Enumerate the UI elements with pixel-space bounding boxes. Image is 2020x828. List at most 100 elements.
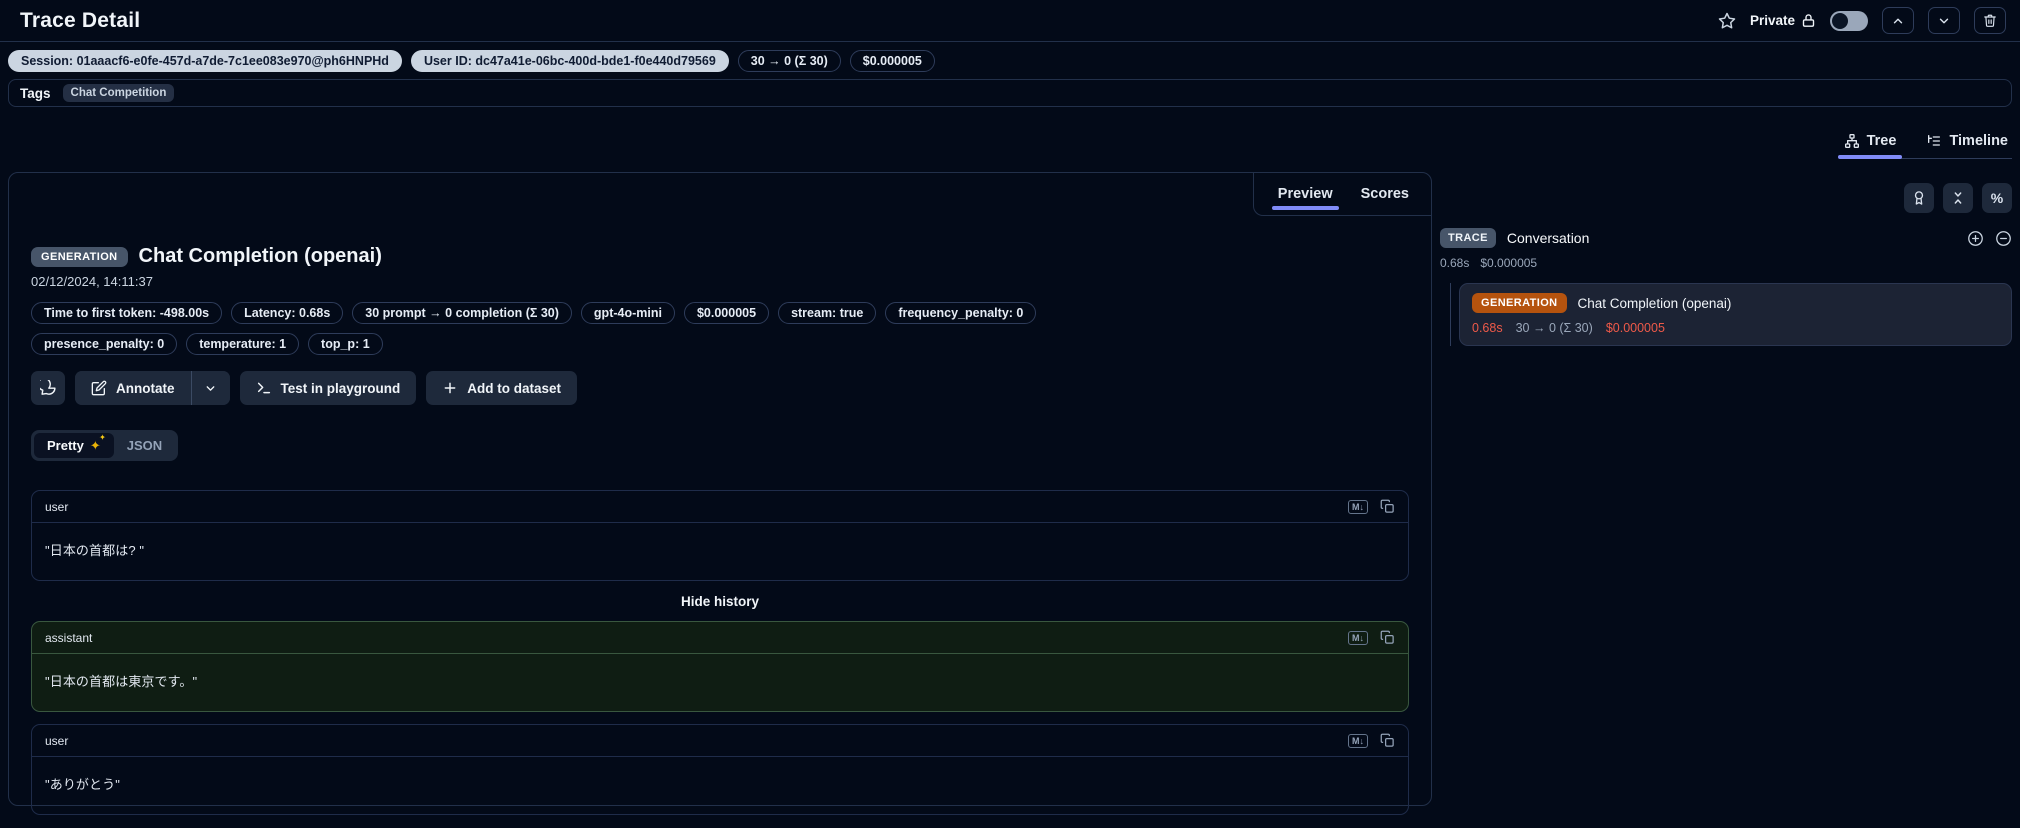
message-content: "日本の首都は? " <box>45 543 145 558</box>
chevron-up-icon <box>1891 14 1905 28</box>
observation-title: Chat Completion (openai) <box>138 245 382 267</box>
markdown-toggle-icon[interactable]: M↓ <box>1348 733 1368 748</box>
comment-bubble-icon <box>39 379 57 397</box>
public-sharing-toggle[interactable] <box>1830 10 1868 31</box>
user-id-pill[interactable]: User ID: dc47a41e-06bc-400d-bde1-f0e440d… <box>410 50 729 72</box>
message-role: assistant <box>45 630 93 645</box>
copy-button[interactable] <box>1380 630 1395 645</box>
generation-node-header: GENERATION Chat Completion (openai) <box>1472 293 1999 313</box>
comments-button[interactable] <box>31 371 65 405</box>
timeline-icon <box>1926 133 1942 149</box>
plus-circle-icon <box>1967 230 1984 247</box>
tags-box: Tags Chat Competition <box>8 79 2012 107</box>
tab-timeline[interactable]: Timeline <box>1924 129 2010 158</box>
content-area: Preview Scores GENERATION Chat Completio… <box>0 172 2020 815</box>
message-content: "日本の首都は東京です。" <box>45 674 198 689</box>
message-card-user-1: user M↓ "日本の首都は? " <box>31 490 1409 581</box>
plus-icon <box>442 380 458 396</box>
annotate-button[interactable]: Annotate <box>75 371 191 405</box>
delete-trace-button[interactable] <box>1974 7 2006 34</box>
tree-toolbar: % <box>1440 183 2012 213</box>
session-id-pill[interactable]: Session: 01aaacf6-e0fe-457d-a7de-7c1ee08… <box>8 50 402 72</box>
trace-latency: 0.68s <box>1440 256 1470 270</box>
generation-node-title: Chat Completion (openai) <box>1577 295 1732 311</box>
message-role: user <box>45 499 69 514</box>
privacy-label: Private <box>1749 13 1795 28</box>
tab-tree[interactable]: Tree <box>1837 129 1903 159</box>
next-trace-button[interactable] <box>1928 7 1960 34</box>
hide-history-link[interactable]: Hide history <box>31 594 1409 609</box>
markdown-toggle-icon[interactable]: M↓ <box>1348 630 1368 645</box>
toggle-scores-button[interactable] <box>1904 183 1934 213</box>
message-tools: M↓ <box>1348 733 1395 748</box>
json-toggle[interactable]: JSON <box>114 433 175 458</box>
copy-icon <box>1380 630 1395 645</box>
annotate-label: Annotate <box>116 380 175 396</box>
page-title: Trace Detail <box>20 8 141 32</box>
toggle-metrics-button[interactable]: % <box>1982 183 2012 213</box>
view-tabs-row: Tree Timeline <box>8 129 2012 159</box>
markdown-toggle-icon[interactable]: M↓ <box>1348 499 1368 514</box>
chevron-down-icon <box>204 382 217 395</box>
pill-model[interactable]: gpt-4o-mini <box>580 302 675 324</box>
message-card-user-2: user M↓ "ありがとう" <box>31 724 1409 815</box>
node-latency: 0.68s <box>1472 321 1503 335</box>
previous-trace-button[interactable] <box>1882 7 1914 34</box>
generation-node-card[interactable]: GENERATION Chat Completion (openai) 0.68… <box>1459 283 2012 346</box>
generation-type-badge: GENERATION <box>31 246 128 267</box>
pill-time-to-first-token: Time to first token: -498.00s <box>31 302 223 324</box>
pill-cost: $0.000005 <box>683 302 770 324</box>
io-format-toggle: Pretty ✦ ✦ JSON <box>31 430 179 461</box>
test-in-playground-label: Test in playground <box>280 380 401 396</box>
generation-node-row: GENERATION Chat Completion (openai) 0.68… <box>1440 283 2012 346</box>
fold-vertical-icon <box>1950 190 1966 206</box>
observation-panel: Preview Scores GENERATION Chat Completio… <box>8 172 1432 815</box>
collapse-all-button[interactable] <box>1995 230 2012 247</box>
node-tokens: 30 → 0 (Σ 30) <box>1515 321 1593 335</box>
trace-node-row[interactable]: TRACE Conversation <box>1440 228 2012 248</box>
tree-icon <box>1844 133 1860 149</box>
pretty-toggle[interactable]: Pretty ✦ ✦ <box>34 433 114 458</box>
sparkles-icon: ✦ ✦ <box>89 433 106 453</box>
pill-top-p: top_p: 1 <box>308 333 383 355</box>
pill-presence-penalty: presence_penalty: 0 <box>31 333 178 355</box>
top-bar: Trace Detail Private <box>0 0 2020 42</box>
tab-tree-label: Tree <box>1866 133 1897 149</box>
observation-timestamp: 02/12/2024, 14:11:37 <box>31 274 153 289</box>
test-in-playground-button[interactable]: Test in playground <box>239 371 417 405</box>
tag-chat-competition[interactable]: Chat Competition <box>62 84 175 102</box>
add-to-dataset-button[interactable]: Add to dataset <box>426 371 578 405</box>
tab-timeline-label: Timeline <box>1949 133 2008 149</box>
tab-preview[interactable]: Preview <box>1271 176 1339 212</box>
top-bar-actions: Private <box>1718 7 2006 34</box>
bookmark-star-button[interactable] <box>1718 12 1736 30</box>
award-icon <box>1911 190 1927 206</box>
pretty-label: Pretty <box>47 438 84 453</box>
copy-icon <box>1380 733 1395 748</box>
pen-square-icon <box>91 380 107 396</box>
copy-button[interactable] <box>1380 733 1395 748</box>
tags-label: Tags <box>20 85 51 101</box>
pill-stream: stream: true <box>778 302 877 324</box>
generation-node-metrics: 0.68s 30 → 0 (Σ 30) $0.000005 <box>1472 321 1999 335</box>
pill-latency: Latency: 0.68s <box>231 302 344 324</box>
chevron-down-icon <box>1937 14 1951 28</box>
message-header: user M↓ <box>32 491 1408 523</box>
tree-guide-line <box>1450 283 1451 346</box>
trace-title: Conversation <box>1506 230 1590 246</box>
trace-badge: TRACE <box>1440 228 1496 248</box>
trash-icon <box>1983 13 1997 28</box>
copy-button[interactable] <box>1380 499 1395 514</box>
annotate-dropdown-button[interactable] <box>191 371 230 405</box>
collapse-tree-button[interactable] <box>1943 183 1973 213</box>
minus-circle-icon <box>1995 230 2012 247</box>
pill-temperature: temperature: 1 <box>186 333 300 355</box>
privacy-label-group: Private <box>1750 13 1816 28</box>
expand-all-button[interactable] <box>1967 230 1984 247</box>
cost-pill: $0.000005 <box>849 50 935 72</box>
trace-cost: $0.000005 <box>1480 256 1538 270</box>
message-role: user <box>45 733 69 748</box>
tab-scores[interactable]: Scores <box>1361 176 1409 212</box>
copy-icon <box>1380 499 1395 514</box>
toggle-knob <box>1832 12 1848 29</box>
